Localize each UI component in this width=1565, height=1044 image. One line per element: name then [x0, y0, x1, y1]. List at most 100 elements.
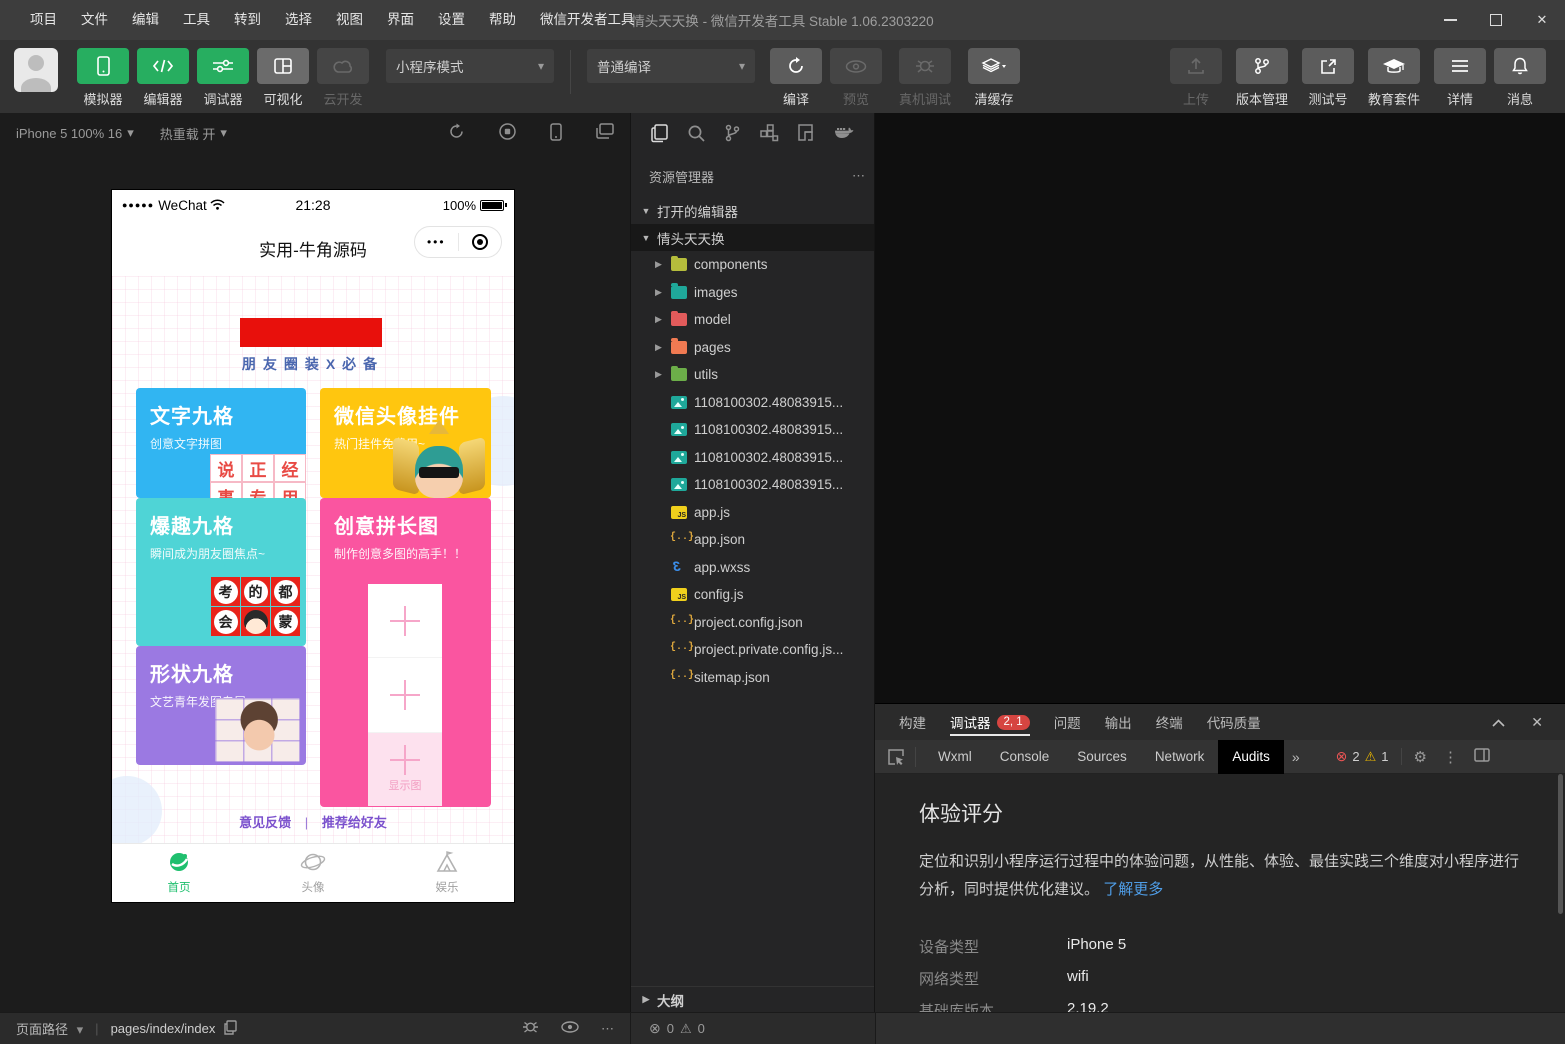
capsule-close-button[interactable]: [459, 234, 502, 250]
close-button[interactable]: ✕: [1519, 0, 1565, 40]
debugger-button[interactable]: 调试器: [194, 48, 252, 108]
close-panel-icon[interactable]: ✕: [1531, 714, 1543, 731]
compile-mode-select[interactable]: 普通编译 ▾: [587, 49, 755, 83]
dots-vertical-icon[interactable]: ⋮: [1443, 748, 1458, 766]
bug-icon[interactable]: [522, 1020, 539, 1037]
tree-item[interactable]: ▶ images: [631, 279, 874, 307]
restart-icon[interactable]: [448, 123, 465, 144]
tree-item[interactable]: ▶ pages: [631, 334, 874, 362]
tile-text-nine-grid[interactable]: 文字九格 创意文字拼图 说正经事专用: [136, 388, 306, 498]
menu-item[interactable]: 帮助: [477, 0, 528, 40]
more-icon[interactable]: ⋯: [852, 168, 866, 184]
minimize-button[interactable]: [1427, 0, 1473, 40]
tree-item[interactable]: ▶ 1108100302.48083915...: [631, 471, 874, 499]
test-account-button[interactable]: 测试号: [1299, 48, 1357, 108]
tree-item[interactable]: ▶ utils: [631, 361, 874, 389]
tree-item[interactable]: ▶ 1108100302.48083915...: [631, 444, 874, 472]
tile-avatar-pendant[interactable]: 微信头像挂件 热门挂件免费用~: [320, 388, 491, 498]
collapse-panel-icon[interactable]: [1492, 714, 1505, 730]
extensions-icon[interactable]: [760, 124, 778, 145]
promo-banner[interactable]: [240, 318, 382, 347]
gear-icon[interactable]: ⚙: [1414, 748, 1427, 766]
git-branch-icon[interactable]: [725, 124, 740, 145]
version-manage-button[interactable]: 版本管理: [1227, 48, 1297, 108]
page-path-dropdown[interactable]: 页面路径 ▾: [16, 1019, 83, 1038]
hot-reload-select[interactable]: 热重载 开 ▾: [160, 124, 227, 143]
debug-tab[interactable]: 调试器2, 1: [940, 704, 1040, 740]
search-icon[interactable]: [687, 124, 705, 145]
more-menu-button[interactable]: •••: [415, 235, 458, 249]
inspect-element-icon[interactable]: [887, 747, 916, 767]
tab-fun[interactable]: 娱乐: [380, 844, 514, 902]
tile-long-image[interactable]: 创意拼长图 制作创意多图的高手！！ 显示图: [320, 498, 491, 807]
learn-more-link[interactable]: 了解更多: [1103, 881, 1163, 898]
tab-avatar[interactable]: 头像: [246, 844, 380, 902]
menu-item[interactable]: 视图: [324, 0, 375, 40]
dock-side-icon[interactable]: [1474, 748, 1490, 766]
debug-tab[interactable]: 输出: [1095, 704, 1142, 740]
devtools-tab[interactable]: Console: [986, 740, 1064, 774]
console-counts[interactable]: ⊗ 2 ⚠ 1: [1336, 748, 1402, 765]
maximize-button[interactable]: [1473, 0, 1519, 40]
tree-item[interactable]: ▶ components: [631, 251, 874, 279]
snippets-icon[interactable]: [797, 124, 814, 144]
tree-item[interactable]: ▶ model: [631, 306, 874, 334]
editor-button[interactable]: 编辑器: [134, 48, 192, 108]
more-tabs-icon[interactable]: »: [1292, 749, 1300, 765]
education-suite-button[interactable]: 教育套件: [1359, 48, 1429, 108]
menu-item[interactable]: 选择: [273, 0, 324, 40]
menu-item[interactable]: 设置: [426, 0, 477, 40]
docker-whale-icon[interactable]: [834, 125, 854, 143]
tree-item[interactable]: ▶ 1108100302.48083915...: [631, 416, 874, 444]
menu-item[interactable]: 微信开发者工具: [528, 0, 647, 40]
clear-cache-button[interactable]: 清缓存: [965, 48, 1023, 108]
avatar[interactable]: [14, 48, 58, 92]
recommend-link[interactable]: 推荐给好友: [322, 815, 387, 830]
menu-item[interactable]: 文件: [69, 0, 120, 40]
tree-item[interactable]: ▶ sitemap.json: [631, 664, 874, 692]
scrollbar-thumb[interactable]: [1558, 774, 1563, 914]
more-icon[interactable]: ⋯: [601, 1021, 614, 1037]
device-frame-icon[interactable]: [550, 123, 562, 144]
debug-tab[interactable]: 代码质量: [1197, 704, 1271, 740]
tile-fun-nine-grid[interactable]: 爆趣九格 瞬间成为朋友圈焦点~ 考 的: [136, 498, 306, 646]
mode-select[interactable]: 小程序模式 ▾: [386, 49, 554, 83]
multi-window-icon[interactable]: [596, 123, 614, 144]
tree-item[interactable]: ▶ project.config.json: [631, 609, 874, 637]
compile-button[interactable]: 编译: [767, 48, 825, 108]
tree-item[interactable]: ▶ app.wxss: [631, 554, 874, 582]
tree-item[interactable]: ▶ project.private.config.js...: [631, 636, 874, 664]
menu-item[interactable]: 界面: [375, 0, 426, 40]
project-root-section[interactable]: ▼ 情头天天换: [631, 224, 874, 251]
debug-tab[interactable]: 终端: [1146, 704, 1193, 740]
feedback-link[interactable]: 意见反馈: [239, 815, 291, 830]
tile-shape-nine-grid[interactable]: 形状九格 文艺青年发图专属: [136, 646, 306, 765]
tree-item[interactable]: ▶ app.json: [631, 526, 874, 554]
stop-icon[interactable]: [499, 123, 516, 144]
device-select[interactable]: iPhone 5 100% 16 ▾: [16, 125, 134, 141]
menu-item[interactable]: 项目: [18, 0, 69, 40]
eye-icon[interactable]: [561, 1021, 579, 1036]
message-button[interactable]: 消息: [1491, 48, 1549, 108]
devtools-tab[interactable]: Sources: [1063, 740, 1141, 774]
visualizer-button[interactable]: 可视化: [254, 48, 312, 108]
outline-section[interactable]: ▶ 大纲: [631, 986, 874, 1012]
files-icon[interactable]: [651, 124, 668, 145]
tree-item[interactable]: ▶ 1108100302.48083915...: [631, 389, 874, 417]
tree-item[interactable]: ▶ app.js: [631, 499, 874, 527]
tree-item[interactable]: ▶ config.js: [631, 581, 874, 609]
menu-item[interactable]: 转到: [222, 0, 273, 40]
copy-icon[interactable]: [223, 1020, 237, 1038]
opened-editors-section[interactable]: ▼ 打开的编辑器: [631, 197, 874, 224]
simulator-button[interactable]: 模拟器: [74, 48, 132, 108]
git-branch-icon: [1236, 48, 1288, 84]
debug-tab[interactable]: 问题: [1044, 704, 1091, 740]
debug-tab[interactable]: 构建: [889, 704, 936, 740]
devtools-tab[interactable]: Wxml: [924, 740, 986, 774]
detail-button[interactable]: 详情: [1431, 48, 1489, 108]
devtools-tab[interactable]: Audits: [1218, 740, 1284, 774]
devtools-tab[interactable]: Network: [1141, 740, 1219, 774]
menu-item[interactable]: 工具: [171, 0, 222, 40]
tab-home[interactable]: 首页: [112, 844, 246, 902]
menu-item[interactable]: 编辑: [120, 0, 171, 40]
